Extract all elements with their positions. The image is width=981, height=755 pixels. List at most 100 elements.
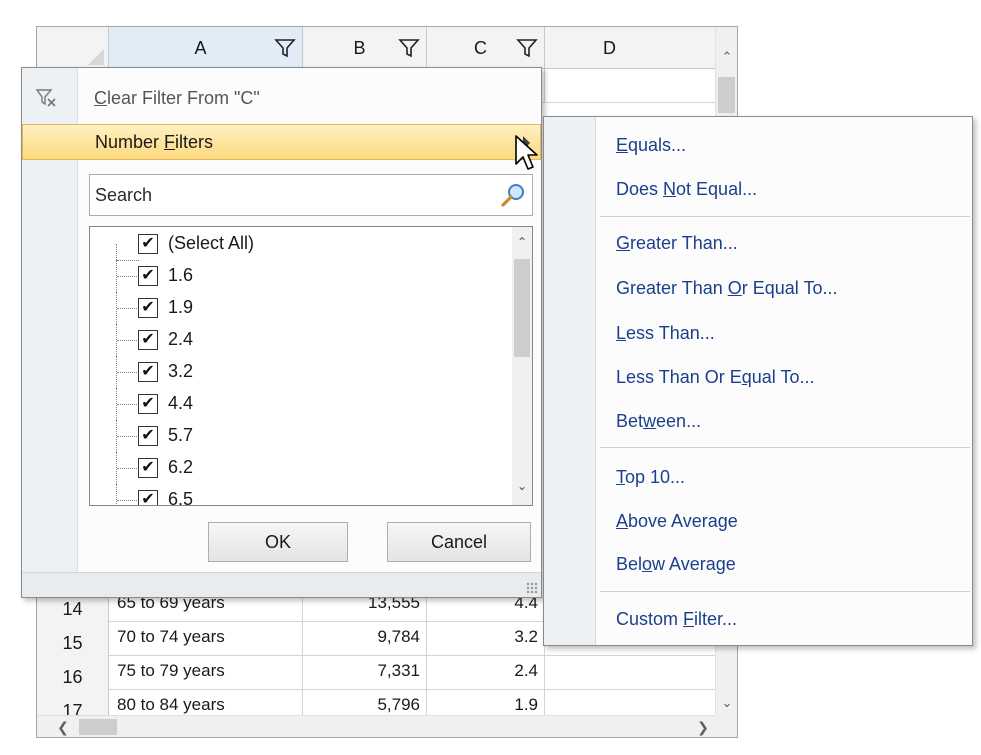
menu-gutter (544, 117, 596, 645)
scroll-thumb[interactable] (79, 719, 117, 735)
column-header-d[interactable]: D (545, 27, 717, 69)
scroll-up-icon[interactable]: ⌃ (716, 45, 737, 69)
list-item[interactable]: ✔ 6.5 (90, 484, 500, 506)
clear-filter-label: Clear Filter From "C" (94, 88, 260, 109)
scroll-thumb[interactable] (514, 259, 530, 357)
cell-age-group[interactable]: 70 to 74 years (109, 622, 303, 656)
column-header-c[interactable]: C (427, 27, 545, 69)
clear-filter-label-rest: ear Filter From "C" (111, 88, 260, 108)
menu-item-equals[interactable]: Equals... (616, 135, 686, 156)
list-item[interactable]: ✔ 1.9 (90, 292, 500, 324)
cell-count[interactable]: 9,784 (303, 622, 427, 656)
table-row: 16 75 to 79 years 7,331 2.4 (37, 656, 717, 690)
scroll-thumb[interactable] (718, 77, 735, 113)
scroll-corner (715, 715, 737, 737)
checkbox-checked-icon[interactable]: ✔ (138, 362, 158, 382)
label-part: bove Average (628, 511, 738, 531)
resize-grip-icon[interactable] (526, 582, 538, 594)
label-part: Custom (616, 609, 684, 629)
checkbox-checked-icon[interactable]: ✔ (138, 266, 158, 286)
search-input[interactable] (90, 175, 490, 215)
row-header[interactable]: 15 (37, 622, 109, 656)
label-part: op 10... (625, 467, 686, 487)
hotkey: N (663, 179, 677, 199)
menu-item-greater-than[interactable]: Greater Than... (616, 233, 738, 254)
menu-separator (600, 591, 970, 592)
item-label: 5.7 (168, 425, 194, 445)
search-field[interactable] (89, 174, 533, 216)
number-filters-hotkey: F (164, 132, 176, 152)
label-part: Bel (616, 554, 643, 574)
cell-count[interactable]: 7,331 (303, 656, 427, 690)
checkbox-checked-icon[interactable]: ✔ (138, 330, 158, 350)
menu-item-greater-than-or-equal[interactable]: Greater Than Or Equal To... (616, 278, 837, 299)
filter-funnel-icon[interactable] (398, 37, 420, 59)
list-item[interactable]: ✔ 6.2 (90, 452, 500, 484)
list-item[interactable]: ✔ 2.4 (90, 324, 500, 356)
menu-item-below-average[interactable]: Below Average (616, 554, 736, 575)
cell-age-group[interactable]: 75 to 79 years (109, 656, 303, 690)
scroll-up-icon[interactable]: ⌃ (512, 229, 532, 255)
hotkey: A (616, 511, 629, 531)
scroll-left-icon[interactable]: ❮ (51, 716, 75, 737)
list-item[interactable]: ✔ 3.2 (90, 356, 500, 388)
menu-item-above-average[interactable]: Above Average (616, 511, 738, 532)
select-all-corner[interactable] (37, 27, 109, 69)
item-label: 6.5 (168, 489, 194, 506)
label-part: ot Equal... (676, 179, 758, 199)
hotkey: O (727, 278, 742, 298)
label-part: Less Than Or E (616, 367, 742, 387)
cell-percent[interactable]: 2.4 (427, 656, 545, 690)
item-label: 3.2 (168, 361, 194, 381)
checkbox-checked-icon[interactable]: ✔ (138, 298, 158, 318)
tree-connector (116, 484, 140, 505)
column-header-b[interactable]: B (303, 27, 427, 69)
label-part: quals... (628, 135, 687, 155)
hotkey: q (741, 367, 752, 387)
menu-item-less-than-or-equal[interactable]: Less Than Or Equal To... (616, 367, 814, 388)
item-label: (Select All) (168, 233, 255, 253)
scroll-down-icon[interactable]: ⌄ (512, 473, 532, 499)
menu-item-does-not-equal[interactable]: Does Not Equal... (616, 179, 757, 200)
clear-filter-item[interactable]: Clear Filter From "C" (22, 80, 541, 116)
filter-funnel-icon[interactable] (516, 37, 538, 59)
cell[interactable] (545, 69, 717, 103)
menu-item-top-10[interactable]: Top 10... (616, 467, 685, 488)
clear-filter-hotkey: C (94, 88, 107, 108)
column-header-a[interactable]: A (109, 27, 303, 69)
checkbox-checked-icon[interactable]: ✔ (138, 458, 158, 478)
cell-percent[interactable]: 3.2 (427, 622, 545, 656)
list-item[interactable]: ✔ 5.7 (90, 420, 500, 452)
tree-connector (116, 292, 140, 324)
list-item[interactable]: ✔ (Select All) (90, 228, 500, 261)
item-label: 2.4 (168, 329, 194, 349)
list-scrollbar[interactable]: ⌃ ⌄ (512, 227, 532, 505)
resize-bar[interactable] (22, 572, 541, 597)
value-checklist[interactable]: ✔ (Select All) ✔ 1.6 ✔ 1.9 ✔ 2.4 ✔ 3.2 ✔… (89, 226, 533, 506)
cell-empty[interactable] (545, 656, 717, 690)
tree-connector (116, 244, 140, 261)
horizontal-scrollbar[interactable]: ❮ ❯ (37, 715, 717, 737)
scroll-down-icon[interactable]: ⌄ (716, 691, 737, 715)
filter-funnel-icon[interactable] (274, 37, 296, 59)
label-part: w Average (652, 554, 736, 574)
checkbox-checked-icon[interactable]: ✔ (138, 490, 158, 505)
number-filters-item[interactable]: Number Filters (22, 124, 541, 160)
tree-connector (116, 356, 140, 388)
corner-triangle (88, 49, 104, 65)
menu-item-between[interactable]: Between... (616, 411, 701, 432)
cancel-button[interactable]: Cancel (387, 522, 531, 562)
list-item[interactable]: ✔ 4.4 (90, 388, 500, 420)
row-header[interactable]: 16 (37, 656, 109, 690)
menu-item-custom-filter[interactable]: Custom Filter... (616, 609, 737, 630)
hotkey: w (643, 411, 657, 431)
checkbox-checked-icon[interactable]: ✔ (138, 394, 158, 414)
list-item[interactable]: ✔ 1.6 (90, 260, 500, 292)
item-label: 1.6 (168, 265, 194, 285)
ok-button[interactable]: OK (208, 522, 348, 562)
menu-separator (600, 216, 970, 217)
checkbox-checked-icon[interactable]: ✔ (138, 426, 158, 446)
checkbox-checked-icon[interactable]: ✔ (138, 234, 158, 254)
scroll-right-icon[interactable]: ❯ (691, 716, 715, 737)
menu-item-less-than[interactable]: Less Than... (616, 323, 715, 344)
